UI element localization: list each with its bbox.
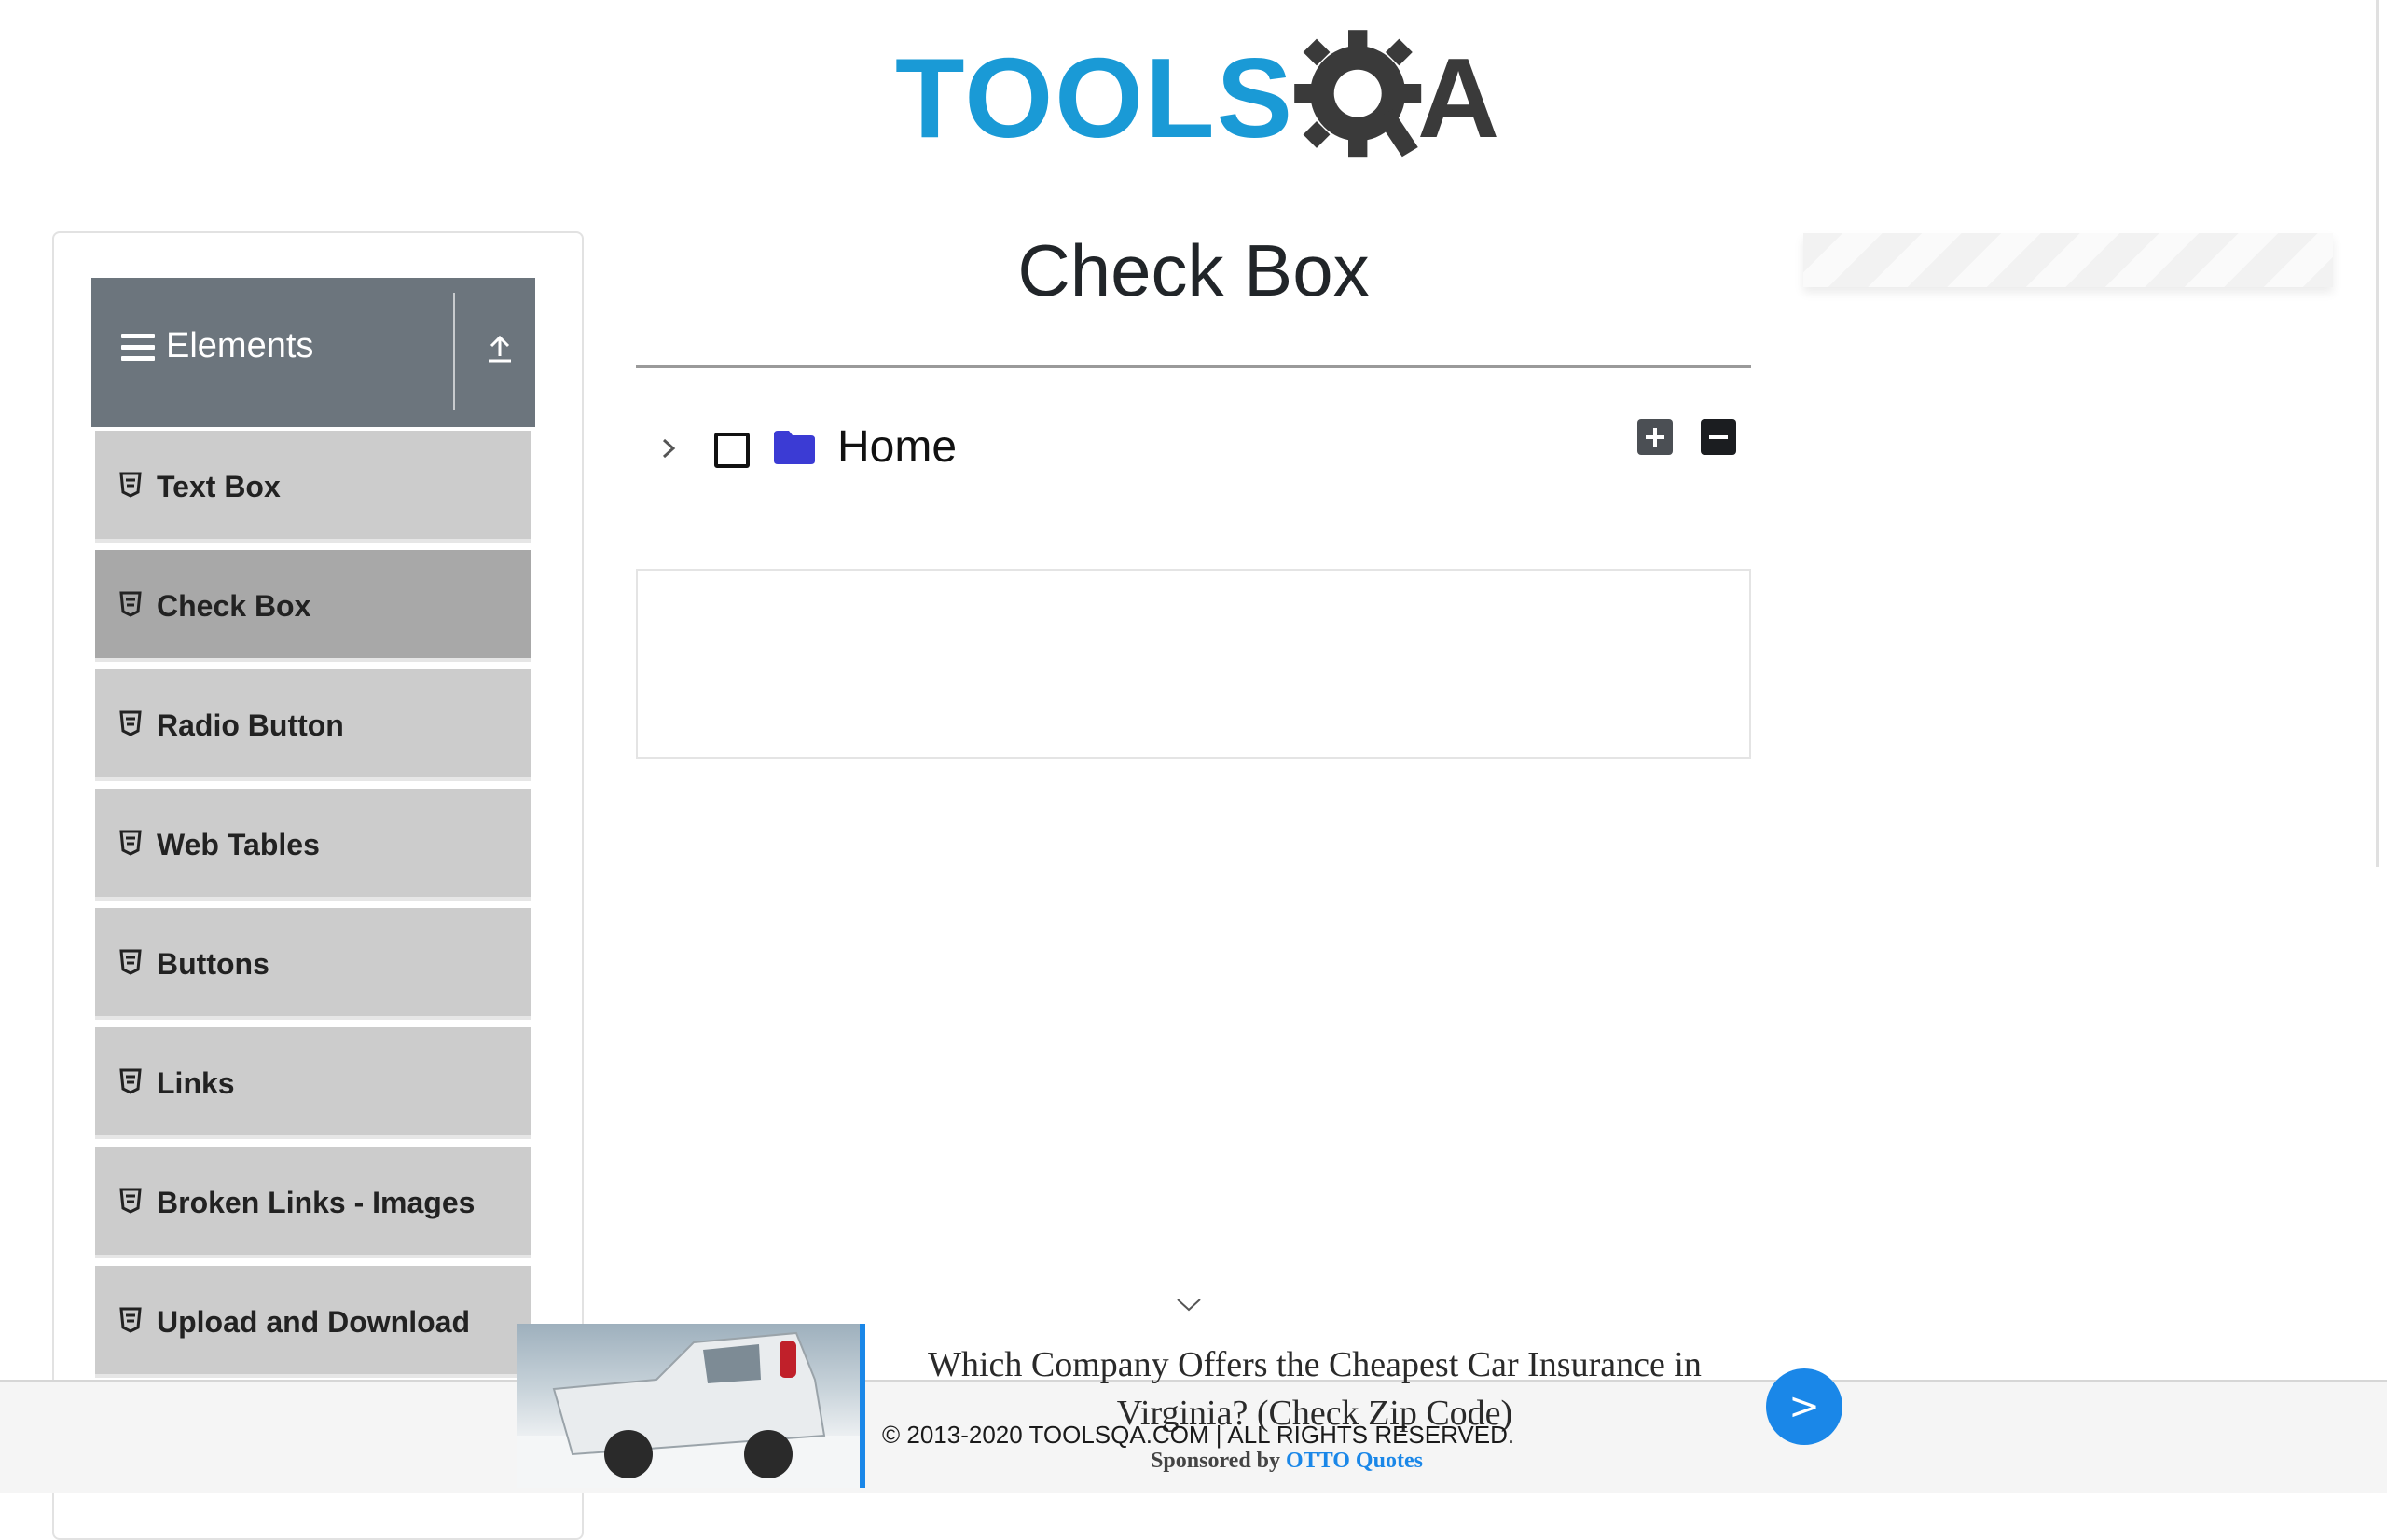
chevron-down-icon[interactable] bbox=[1175, 1296, 1203, 1314]
group-title: Elements bbox=[166, 326, 314, 365]
header-divider bbox=[453, 293, 455, 410]
sidebar-item-check-box[interactable]: Check Box bbox=[95, 550, 531, 662]
tree-label-home[interactable]: Home bbox=[837, 419, 957, 475]
ad-sponsor-line: Sponsored by OTTO Quotes bbox=[1091, 1449, 1483, 1474]
sidebar-item-label: Upload and Download bbox=[157, 1305, 470, 1339]
sidebar-item-radio-button[interactable]: Radio Button bbox=[95, 669, 531, 781]
sidebar-item-broken-links[interactable]: Broken Links - Images bbox=[95, 1147, 531, 1258]
title-divider bbox=[636, 365, 1751, 368]
ad-go-button[interactable]: > bbox=[1766, 1368, 1842, 1445]
html5-icon bbox=[119, 1068, 142, 1094]
html5-icon bbox=[119, 1307, 142, 1333]
sidebar-item-label: Links bbox=[157, 1066, 235, 1100]
page-title: Check Box bbox=[1017, 229, 1370, 311]
expand-all-button[interactable] bbox=[1637, 419, 1673, 455]
collapse-all-button[interactable] bbox=[1701, 419, 1736, 455]
sidebar-item-label: Buttons bbox=[157, 947, 269, 981]
elements-group-header[interactable]: Elements bbox=[91, 278, 535, 427]
collapse-up-icon[interactable] bbox=[481, 330, 518, 367]
logo-text-tools: TOOLS bbox=[895, 34, 1295, 161]
sponsored-prefix: Sponsored by bbox=[1151, 1449, 1281, 1473]
html5-icon bbox=[119, 830, 142, 856]
html5-icon bbox=[119, 710, 142, 736]
home-checkbox[interactable] bbox=[714, 433, 750, 468]
sponsor-brand-link[interactable]: OTTO Quotes bbox=[1286, 1449, 1423, 1473]
sidebar-item-text-box[interactable]: Text Box bbox=[95, 431, 531, 543]
sidebar-item-links[interactable]: Links bbox=[95, 1027, 531, 1139]
result-panel bbox=[636, 569, 1751, 759]
hamburger-icon bbox=[121, 334, 155, 362]
sidebar-item-label: Check Box bbox=[157, 589, 311, 623]
truck-image bbox=[517, 1331, 860, 1488]
html5-icon bbox=[119, 949, 142, 975]
tree-node-home: Home bbox=[653, 416, 1753, 481]
html5-icon bbox=[119, 472, 142, 498]
scrollbar[interactable] bbox=[2376, 0, 2379, 867]
sidebar-item-label: Web Tables bbox=[157, 828, 320, 861]
html5-icon bbox=[119, 1188, 142, 1214]
sidebar-item-buttons[interactable]: Buttons bbox=[95, 908, 531, 1020]
toolsqa-logo[interactable]: TOOLS A bbox=[895, 28, 1501, 168]
sidebar-item-label: Broken Links - Images bbox=[157, 1186, 476, 1219]
sidebar-item-label: Radio Button bbox=[157, 708, 344, 742]
logo-text-a: A bbox=[1417, 34, 1500, 161]
side-ad-placeholder bbox=[1803, 233, 2333, 287]
sidebar-item-label: Text Box bbox=[157, 470, 281, 503]
folder-icon bbox=[774, 431, 815, 464]
chevron-right-icon[interactable] bbox=[653, 433, 684, 464]
ad-image[interactable] bbox=[517, 1324, 865, 1488]
sidebar-item-upload-download[interactable]: Upload and Download bbox=[95, 1266, 531, 1378]
html5-icon bbox=[119, 591, 142, 617]
sidebar-item-web-tables[interactable]: Web Tables bbox=[95, 789, 531, 901]
copyright-text: © 2013-2020 TOOLSQA.COM | ALL RIGHTS RES… bbox=[882, 1421, 1515, 1449]
